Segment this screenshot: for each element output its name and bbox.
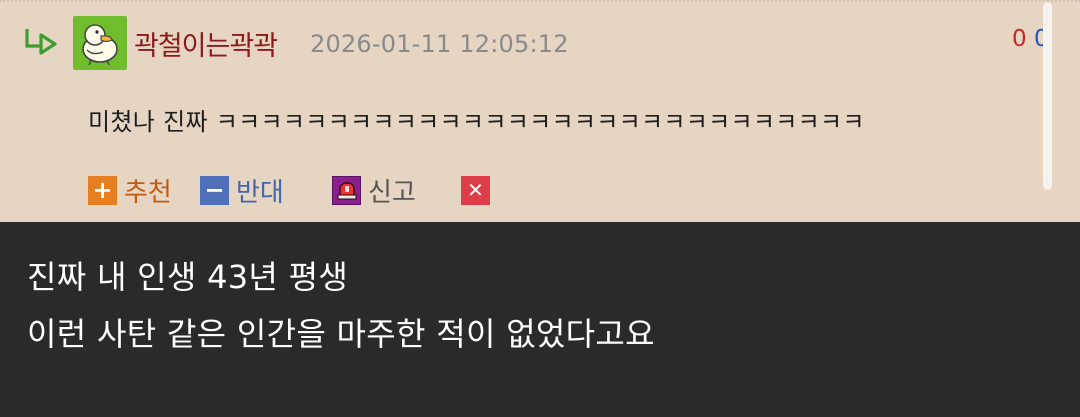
oppose-label: 반대 (236, 177, 284, 208)
caption-line-2: 이런 사탄 같은 인간을 마주한 적이 없었다고요 (27, 315, 655, 353)
delete-button[interactable]: ✕ (461, 172, 497, 208)
report-button[interactable]: 신고 (332, 172, 416, 208)
duck-avatar-icon[interactable] (73, 16, 127, 70)
recommend-button[interactable]: + 추천 (88, 172, 172, 208)
comment-datetime: 2026-01-11 12:05:12 (310, 30, 569, 58)
close-icon: ✕ (461, 175, 490, 205)
reply-arrow-icon (25, 29, 57, 55)
upvote-count: 0 (1012, 26, 1027, 52)
siren-icon (332, 175, 361, 205)
recommend-label: 추천 (124, 177, 172, 208)
plus-icon: + (88, 175, 117, 205)
oppose-button[interactable]: − 반대 (200, 172, 284, 208)
report-label: 신고 (368, 177, 416, 208)
caption-line-1: 진짜 내 인생 43년 평생 (27, 258, 349, 296)
comment-text: 미쳤나 진짜 ㅋㅋㅋㅋㅋㅋㅋㅋㅋㅋㅋㅋㅋㅋㅋㅋㅋㅋㅋㅋㅋㅋㅋㅋㅋㅋㅋㅋㅋ (88, 108, 865, 136)
comment-item: 곽철이는곽곽 2026-01-11 12:05:12 0 0 미쳤나 진짜 ㅋㅋ… (0, 0, 1080, 222)
author-nickname[interactable]: 곽철이는곽곽 (134, 24, 278, 63)
minus-icon: − (200, 175, 229, 205)
scrollbar[interactable] (1043, 2, 1052, 190)
subtitle-caption: 진짜 내 인생 43년 평생 이런 사탄 같은 인간을 마주한 적이 없었다고요 (0, 222, 1080, 417)
